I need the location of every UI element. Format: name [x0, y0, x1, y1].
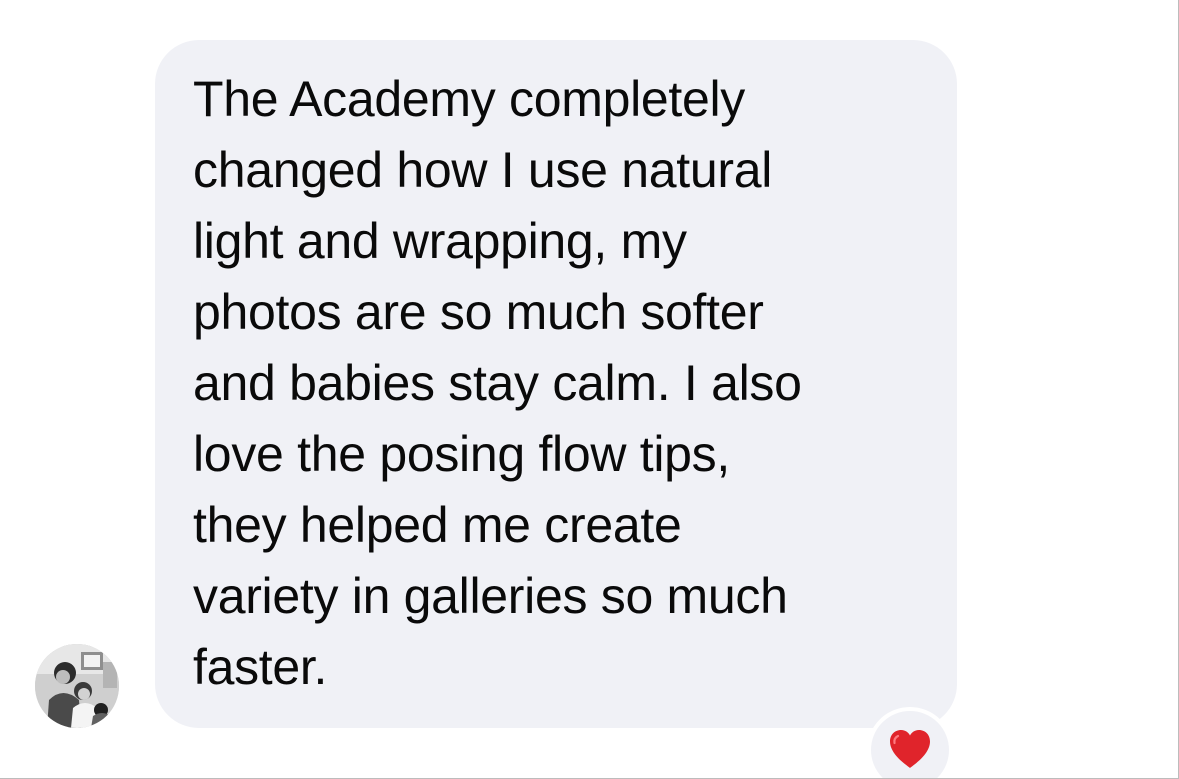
red-heart-icon — [890, 730, 930, 768]
incoming-message-row: The Academy completely changed how I use… — [0, 0, 1178, 778]
message-text: The Academy completely changed how I use… — [193, 71, 802, 695]
sender-avatar[interactable] — [35, 644, 119, 728]
message-bubble[interactable]: The Academy completely changed how I use… — [155, 40, 957, 728]
avatar-photo-icon — [35, 644, 119, 728]
screenshot-frame: The Academy completely changed how I use… — [0, 0, 1179, 779]
